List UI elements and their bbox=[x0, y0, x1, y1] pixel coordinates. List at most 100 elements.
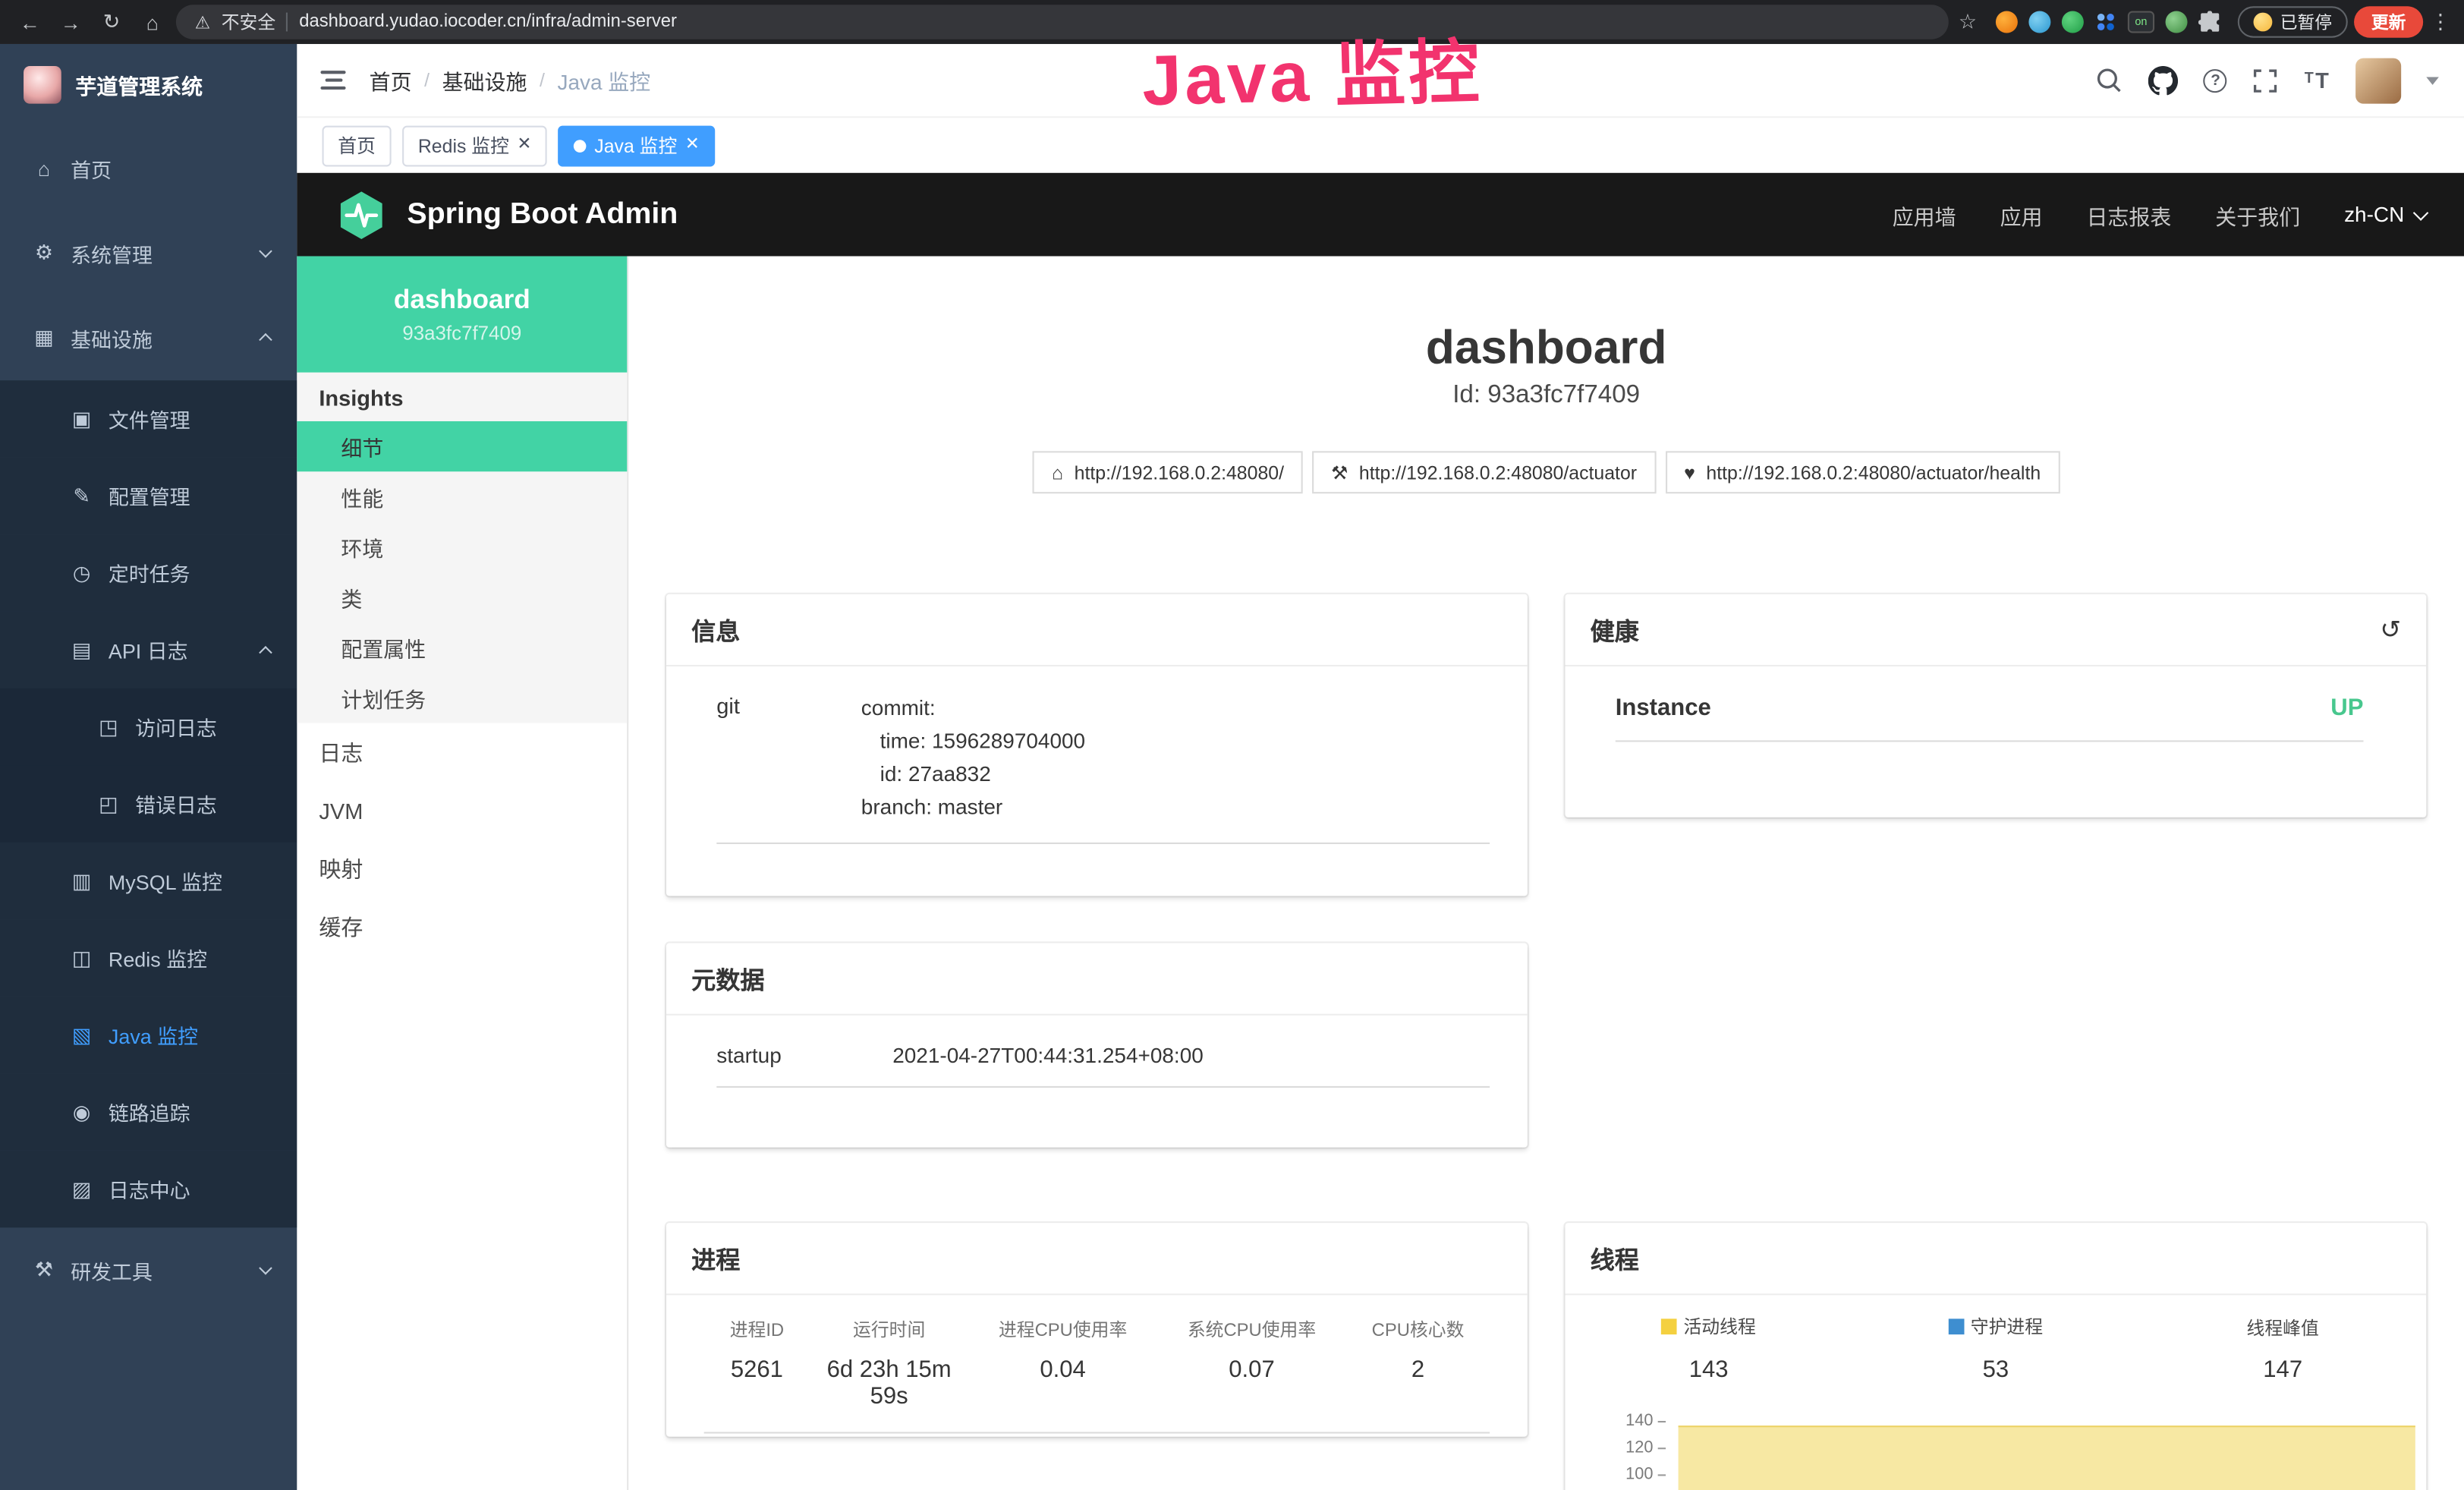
clock-icon: ◷ bbox=[68, 560, 96, 585]
axis-tick: 140 bbox=[1609, 1412, 1666, 1431]
git-commit-details: commit: time: 1596289704000 id: 27aa832 … bbox=[861, 691, 1085, 824]
sba-sidebar: dashboard 93a3fc7f7409 Insights 细节 性能 环境… bbox=[297, 257, 628, 1490]
history-icon[interactable]: ↺ bbox=[2380, 614, 2401, 645]
avatar[interactable] bbox=[2355, 58, 2401, 103]
edit-icon: ✎ bbox=[68, 484, 96, 509]
sidebar-item-config-management[interactable]: ✎ 配置管理 bbox=[0, 458, 297, 534]
extension-green-icon[interactable] bbox=[2062, 11, 2084, 33]
sidebar-item-file-management[interactable]: ▣ 文件管理 bbox=[0, 380, 297, 457]
sba-item-metrics[interactable]: 性能 bbox=[297, 471, 627, 521]
back-icon[interactable]: ← bbox=[13, 5, 48, 39]
sba-item-jvm[interactable]: JVM bbox=[297, 781, 627, 840]
locale-select[interactable]: zh-CN bbox=[2344, 203, 2426, 226]
sidebar-item-tracing[interactable]: ◉ 链路追踪 bbox=[0, 1073, 297, 1150]
sidebar-item-log-center[interactable]: ▨ 日志中心 bbox=[0, 1151, 297, 1227]
sba-navbar: Spring Boot Admin 应用墙 应用 日志报表 关于我们 zh-CN bbox=[297, 173, 2464, 257]
breadcrumb-infrastructure[interactable]: 基础设施 bbox=[442, 65, 527, 96]
tab-java-monitor[interactable]: Java 监控 ✕ bbox=[559, 125, 716, 166]
sba-nav-about[interactable]: 关于我们 bbox=[2215, 199, 2300, 230]
stat-label: CPU核心数 bbox=[1346, 1317, 1490, 1342]
home-icon: ⌂ bbox=[1052, 461, 1063, 484]
instance-title: dashboard bbox=[628, 323, 2464, 376]
forward-icon[interactable]: → bbox=[53, 5, 88, 39]
document-icon: ◰ bbox=[94, 792, 122, 817]
tab-home[interactable]: 首页 bbox=[323, 125, 392, 166]
paused-label: 已暂停 bbox=[2280, 9, 2332, 34]
sidebar-item-access-logs[interactable]: ◳ 访问日志 bbox=[0, 688, 297, 765]
extension-leaf-icon[interactable] bbox=[2166, 11, 2188, 33]
sidebar-item-label: 文件管理 bbox=[109, 404, 190, 433]
close-icon[interactable]: ✕ bbox=[685, 137, 700, 154]
fullscreen-icon[interactable] bbox=[2252, 67, 2279, 93]
close-icon[interactable]: ✕ bbox=[517, 137, 531, 154]
sidebar-item-label: 定时任务 bbox=[109, 558, 190, 587]
process-stat: 运行时间 6d 23h 15m 59s bbox=[810, 1317, 968, 1410]
reload-icon[interactable]: ↻ bbox=[94, 5, 129, 39]
actuator-url-button[interactable]: ⚒ http://192.168.0.2:48080/actuator bbox=[1312, 451, 1656, 493]
sba-item-classes[interactable]: 类 bbox=[297, 572, 627, 622]
legend-swatch-yellow bbox=[1662, 1318, 1678, 1334]
help-icon[interactable]: ? bbox=[2204, 68, 2227, 92]
legend-swatch-blue bbox=[1949, 1318, 1965, 1334]
bookmark-star-icon[interactable]: ☆ bbox=[1959, 9, 1977, 34]
tab-redis-monitor[interactable]: Redis 监控 ✕ bbox=[402, 125, 547, 166]
sba-nav-applications[interactable]: 应用 bbox=[2000, 199, 2043, 230]
threads-legend: 活动线程 143 守护进程 53 线程峰值 147 bbox=[1566, 1314, 2427, 1383]
instance-id-line: Id: 93a3fc7f7409 bbox=[628, 382, 2464, 410]
sidebar-item-system[interactable]: ⚙ 系统管理 bbox=[0, 210, 297, 295]
process-stat: 进程CPU使用率 0.04 bbox=[968, 1317, 1157, 1410]
breadcrumb-home[interactable]: 首页 bbox=[370, 65, 412, 96]
extension-on-badge[interactable]: on bbox=[2128, 11, 2154, 33]
sba-item-environment[interactable]: 环境 bbox=[297, 522, 627, 572]
browser-menu-icon[interactable]: ⋮ bbox=[2429, 9, 2451, 34]
sba-item-mappings[interactable]: 映射 bbox=[297, 840, 627, 898]
extension-fox-icon[interactable] bbox=[1996, 11, 2018, 33]
stat-value: 0.04 bbox=[968, 1356, 1157, 1383]
health-instance-label: Instance bbox=[1616, 695, 1711, 721]
sba-nav-wallboard[interactable]: 应用墙 bbox=[1893, 199, 1956, 230]
update-button[interactable]: 更新 bbox=[2354, 6, 2423, 37]
tools-icon: ⚒ bbox=[30, 1258, 58, 1283]
sba-item-details[interactable]: 细节 bbox=[297, 421, 627, 471]
legend-value: 53 bbox=[1852, 1356, 2139, 1383]
sidebar-item-redis-monitor[interactable]: ◫ Redis 监控 bbox=[0, 919, 297, 996]
sidebar-item-mysql-monitor[interactable]: ▥ MySQL 监控 bbox=[0, 843, 297, 919]
service-url-button[interactable]: ⌂ http://192.168.0.2:48080/ bbox=[1033, 451, 1303, 493]
sba-nav-journal[interactable]: 日志报表 bbox=[2086, 199, 2171, 230]
sidebar-item-home[interactable]: ⌂ 首页 bbox=[0, 126, 297, 211]
chevron-down-icon[interactable] bbox=[2426, 76, 2439, 83]
sba-item-config-props[interactable]: 配置属性 bbox=[297, 622, 627, 673]
infrastructure-icon: ▦ bbox=[30, 326, 58, 351]
health-url-button[interactable]: ♥ http://192.168.0.2:48080/actuator/heal… bbox=[1665, 451, 2060, 493]
search-icon[interactable] bbox=[2095, 66, 2123, 94]
sba-item-logs[interactable]: 日志 bbox=[297, 723, 627, 782]
puzzle-icon[interactable] bbox=[2198, 10, 2222, 33]
address-bar[interactable]: ⚠ 不安全 dashboard.yudao.iocoder.cn/infra/a… bbox=[176, 5, 1949, 39]
github-icon[interactable] bbox=[2149, 65, 2179, 95]
chevron-down-icon bbox=[259, 1262, 272, 1275]
metadata-card: 元数据 startup 2021-04-27T00:44:31.254+08:0… bbox=[666, 943, 1528, 1147]
sidebar-item-java-monitor[interactable]: ▧ Java 监控 bbox=[0, 997, 297, 1073]
sidebar-item-error-logs[interactable]: ◰ 错误日志 bbox=[0, 765, 297, 842]
git-line: time: 1596289704000 bbox=[861, 725, 1085, 758]
url-text: dashboard.yudao.iocoder.cn/infra/admin-s… bbox=[299, 13, 677, 32]
process-card-title: 进程 bbox=[666, 1223, 1528, 1295]
paused-badge[interactable]: 已暂停 bbox=[2238, 6, 2348, 37]
sidebar-item-api-logs[interactable]: ▤ API 日志 bbox=[0, 612, 297, 688]
extension-grid-icon[interactable] bbox=[2094, 11, 2116, 33]
sba-item-scheduled-tasks[interactable]: 计划任务 bbox=[297, 673, 627, 723]
sidebar-item-dev-tools[interactable]: ⚒ 研发工具 bbox=[0, 1227, 297, 1312]
sidebar-item-scheduled-tasks[interactable]: ◷ 定时任务 bbox=[0, 534, 297, 611]
threads-card: 线程 活动线程 143 守护进程 53 线程峰值 147 140 120 100 bbox=[1566, 1223, 2427, 1490]
service-url-label: http://192.168.0.2:48080/ bbox=[1075, 461, 1284, 484]
hamburger-icon[interactable] bbox=[297, 44, 369, 116]
legend-label: 线程峰值 bbox=[2247, 1315, 2319, 1340]
font-size-icon[interactable]: ᵀT bbox=[2305, 68, 2330, 93]
home-icon[interactable]: ⌂ bbox=[135, 5, 170, 39]
sidebar-item-infrastructure[interactable]: ▦ 基础设施 bbox=[0, 295, 297, 380]
sba-item-caches[interactable]: 缓存 bbox=[297, 897, 627, 956]
extension-drop-icon[interactable] bbox=[2028, 11, 2050, 33]
instance-header[interactable]: dashboard 93a3fc7f7409 bbox=[297, 257, 627, 373]
process-card: 进程 进程ID 5261 运行时间 6d 23h 15m 59s 进程CPU使用… bbox=[666, 1223, 1528, 1437]
instance-links: ⌂ http://192.168.0.2:48080/ ⚒ http://192… bbox=[628, 451, 2464, 493]
